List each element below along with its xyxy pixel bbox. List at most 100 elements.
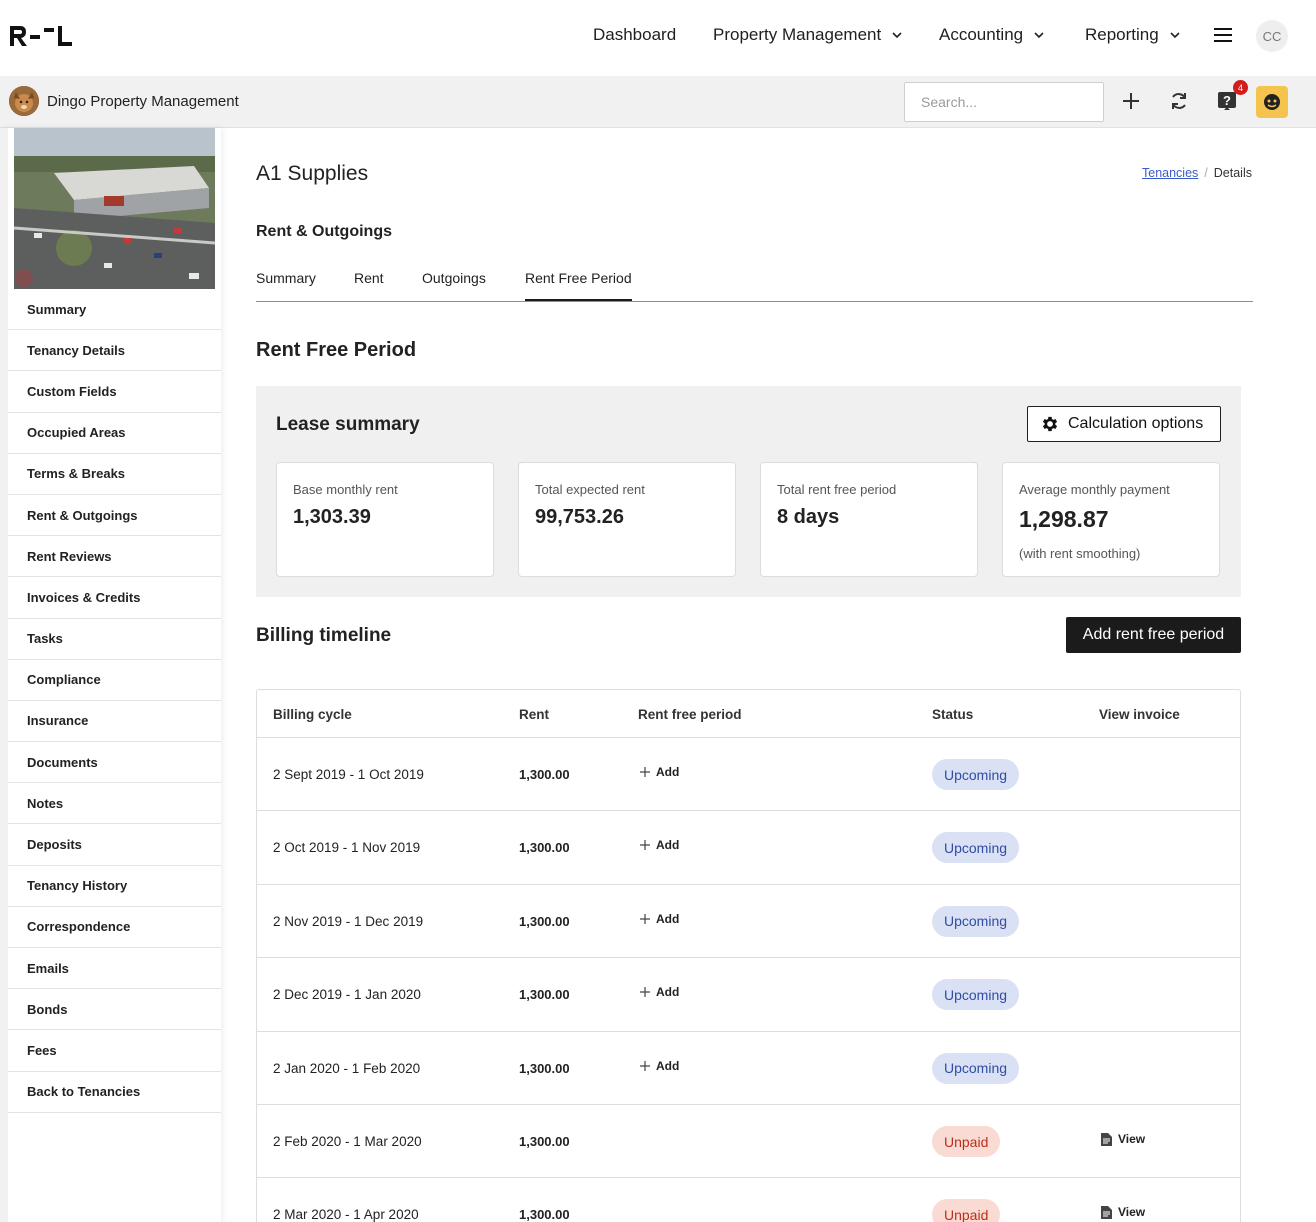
rent-cell: 1,300.00: [519, 1207, 570, 1222]
nav-reporting-label: Reporting: [1085, 25, 1159, 44]
sidebar-item-tenancy-history[interactable]: Tenancy History: [8, 866, 221, 907]
add-rent-free-period-link[interactable]: Add: [640, 765, 679, 779]
view-label: View: [1118, 1132, 1146, 1146]
plus-icon[interactable]: [1120, 90, 1142, 112]
nav-property-management[interactable]: Property Management: [713, 25, 903, 45]
billing-cycle-cell: 2 Feb 2020 - 1 Mar 2020: [273, 1134, 422, 1149]
billing-cycle-cell: 2 Nov 2019 - 1 Dec 2019: [273, 913, 424, 929]
sidebar-item-bonds[interactable]: Bonds: [8, 989, 221, 1031]
help-icon[interactable]: ?: [1216, 90, 1238, 112]
sidebar-item-summary[interactable]: Summary: [8, 289, 221, 331]
organization-name: Dingo Property Management: [47, 93, 239, 110]
card-label: Average monthly payment: [1019, 482, 1170, 497]
user-chip[interactable]: [1256, 86, 1288, 118]
billing-cycle-cell: 2 Oct 2019 - 1 Nov 2019: [273, 840, 421, 856]
search-input[interactable]: [904, 82, 1104, 122]
chevron-down-icon: [892, 32, 902, 39]
page-title: A1 Supplies: [256, 162, 369, 185]
sidebar-item-emails[interactable]: Emails: [8, 948, 221, 990]
breadcrumb: Tenancies / Details: [1142, 166, 1252, 180]
sidebar-item-rent-outgoings[interactable]: Rent & Outgoings: [8, 495, 221, 537]
add-rent-free-period-link[interactable]: Add: [640, 985, 679, 999]
document-icon: [1101, 1132, 1112, 1146]
add-rent-free-period-link[interactable]: Add: [640, 838, 679, 852]
sidebar-item-fees[interactable]: Fees: [8, 1030, 221, 1072]
sidebar-item-notes[interactable]: Notes: [8, 783, 221, 825]
status-badge: Unpaid: [932, 1126, 1001, 1157]
billing-cycle-cell: 2 Dec 2019 - 1 Jan 2020: [273, 987, 421, 1003]
nav-dashboard-label: Dashboard: [593, 25, 677, 44]
sidebar-item-deposits[interactable]: Deposits: [8, 824, 221, 866]
sidebar-item-documents[interactable]: Documents: [8, 742, 221, 784]
sidebar-item-insurance[interactable]: Insurance: [8, 701, 221, 743]
billing-timeline-title: Billing timeline: [256, 625, 392, 646]
sidebar-item-invoices-credits[interactable]: Invoices & Credits: [8, 577, 221, 619]
billing-cycle-cell: 2 Mar 2020 - 1 Apr 2020: [273, 1207, 419, 1222]
status-badge: Upcoming: [932, 832, 1020, 864]
add-rent-free-period-button[interactable]: Add rent free period: [1066, 617, 1241, 653]
hamburger-menu-icon[interactable]: [1213, 27, 1233, 43]
tab-rent-free-period[interactable]: Rent Free Period: [525, 270, 632, 301]
sidebar-menu: Summary Tenancy Details Custom Fields Oc…: [8, 289, 221, 1113]
add-label: Add: [656, 765, 680, 779]
plus-icon: [640, 767, 650, 777]
breadcrumb-current: Details: [1213, 166, 1252, 180]
property-photo: [14, 128, 215, 289]
breadcrumb-separator: /: [1204, 166, 1208, 180]
sidebar-item-correspondence[interactable]: Correspondence: [8, 907, 221, 948]
calculation-options-button[interactable]: Calculation options: [1027, 406, 1221, 442]
tab-summary[interactable]: Summary: [256, 270, 316, 299]
nav-accounting[interactable]: Accounting: [939, 25, 1045, 45]
card-label: Base monthly rent: [293, 482, 398, 497]
summary-card-total-expected-rent: Total expected rent 99,753.26: [518, 462, 736, 577]
card-value: 99,753.26: [535, 506, 624, 528]
table-row: 2 Nov 2019 - 1 Dec 2019 1,300.00 Add Upcom…: [257, 885, 1240, 959]
column-header-rent-free-period: Rent free period: [638, 707, 742, 722]
add-rent-free-period-link[interactable]: Add: [640, 1059, 679, 1073]
user-avatar[interactable]: CC: [1256, 20, 1288, 52]
column-header-billing-cycle: Billing cycle: [273, 707, 352, 722]
add-label: Add: [656, 911, 680, 926]
dingo-avatar-icon: [9, 86, 39, 116]
column-header-status: Status: [932, 707, 974, 722]
nav-accounting-label: Accounting: [939, 25, 1024, 44]
view-invoice-link[interactable]: View: [1101, 1205, 1145, 1219]
column-header-rent: Rent: [519, 707, 549, 722]
sidebar-item-custom-fields[interactable]: Custom Fields: [8, 371, 221, 413]
sidebar-item-terms-breaks[interactable]: Terms & Breaks: [8, 454, 221, 495]
sidebar-item-tasks[interactable]: Tasks: [8, 619, 221, 660]
rent-cell: 1,300.00: [519, 913, 570, 929]
column-header-view-invoice: View invoice: [1099, 707, 1180, 722]
company-logo[interactable]: [8, 24, 88, 48]
table-row: 2 Sept 2019 - 1 Oct 2019 1,300.00 Add Upco…: [257, 738, 1240, 812]
sidebar-item-occupied-areas[interactable]: Occupied Areas: [8, 413, 221, 454]
summary-card-total-rent-free-period: Total rent free period 8 days: [760, 462, 978, 577]
table-row: 2 Mar 2020 - 1 Apr 2020 1,300.00 Unpaid Vi…: [257, 1178, 1240, 1222]
nav-reporting[interactable]: Reporting: [1085, 25, 1181, 45]
tab-bar: Summary Rent Outgoings Rent Free Period: [256, 262, 1253, 302]
nav-dashboard[interactable]: Dashboard: [593, 25, 676, 45]
summary-card-average-monthly-payment: Average monthly payment 1,298.87 (with r…: [1002, 462, 1220, 577]
chevron-down-icon: [1170, 32, 1180, 39]
sidebar-item-compliance[interactable]: Compliance: [8, 660, 221, 701]
sidebar-item-back-to-tenancies[interactable]: Back to Tenancies: [8, 1072, 221, 1113]
organization-avatar[interactable]: [9, 86, 39, 116]
sidebar-item-rent-reviews[interactable]: Rent Reviews: [8, 536, 221, 578]
refresh-icon[interactable]: [1168, 90, 1190, 112]
view-invoice-link[interactable]: View: [1101, 1132, 1145, 1146]
status-badge: Unpaid: [932, 1199, 1001, 1222]
plus-icon: [640, 1060, 650, 1071]
tab-rent[interactable]: Rent: [354, 270, 384, 299]
sidebar-item-tenancy-details[interactable]: Tenancy Details: [8, 330, 221, 372]
add-rent-free-period-link[interactable]: Add: [640, 912, 679, 926]
tab-outgoings[interactable]: Outgoings: [422, 270, 486, 299]
breadcrumb-tenancies-link[interactable]: Tenancies: [1142, 166, 1198, 180]
rent-cell: 1,300.00: [519, 840, 570, 856]
card-value: 1,303.39: [293, 506, 371, 528]
rent-cell: 1,300.00: [519, 987, 570, 1003]
document-icon: [1101, 1205, 1112, 1219]
notification-badge: 4: [1233, 80, 1248, 95]
summary-card-base-monthly-rent: Base monthly rent 1,303.39: [276, 462, 494, 577]
table-row: 2 Feb 2020 - 1 Mar 2020 1,300.00 Unpaid Vi…: [257, 1105, 1240, 1179]
rent-cell: 1,300.00: [519, 1134, 570, 1149]
